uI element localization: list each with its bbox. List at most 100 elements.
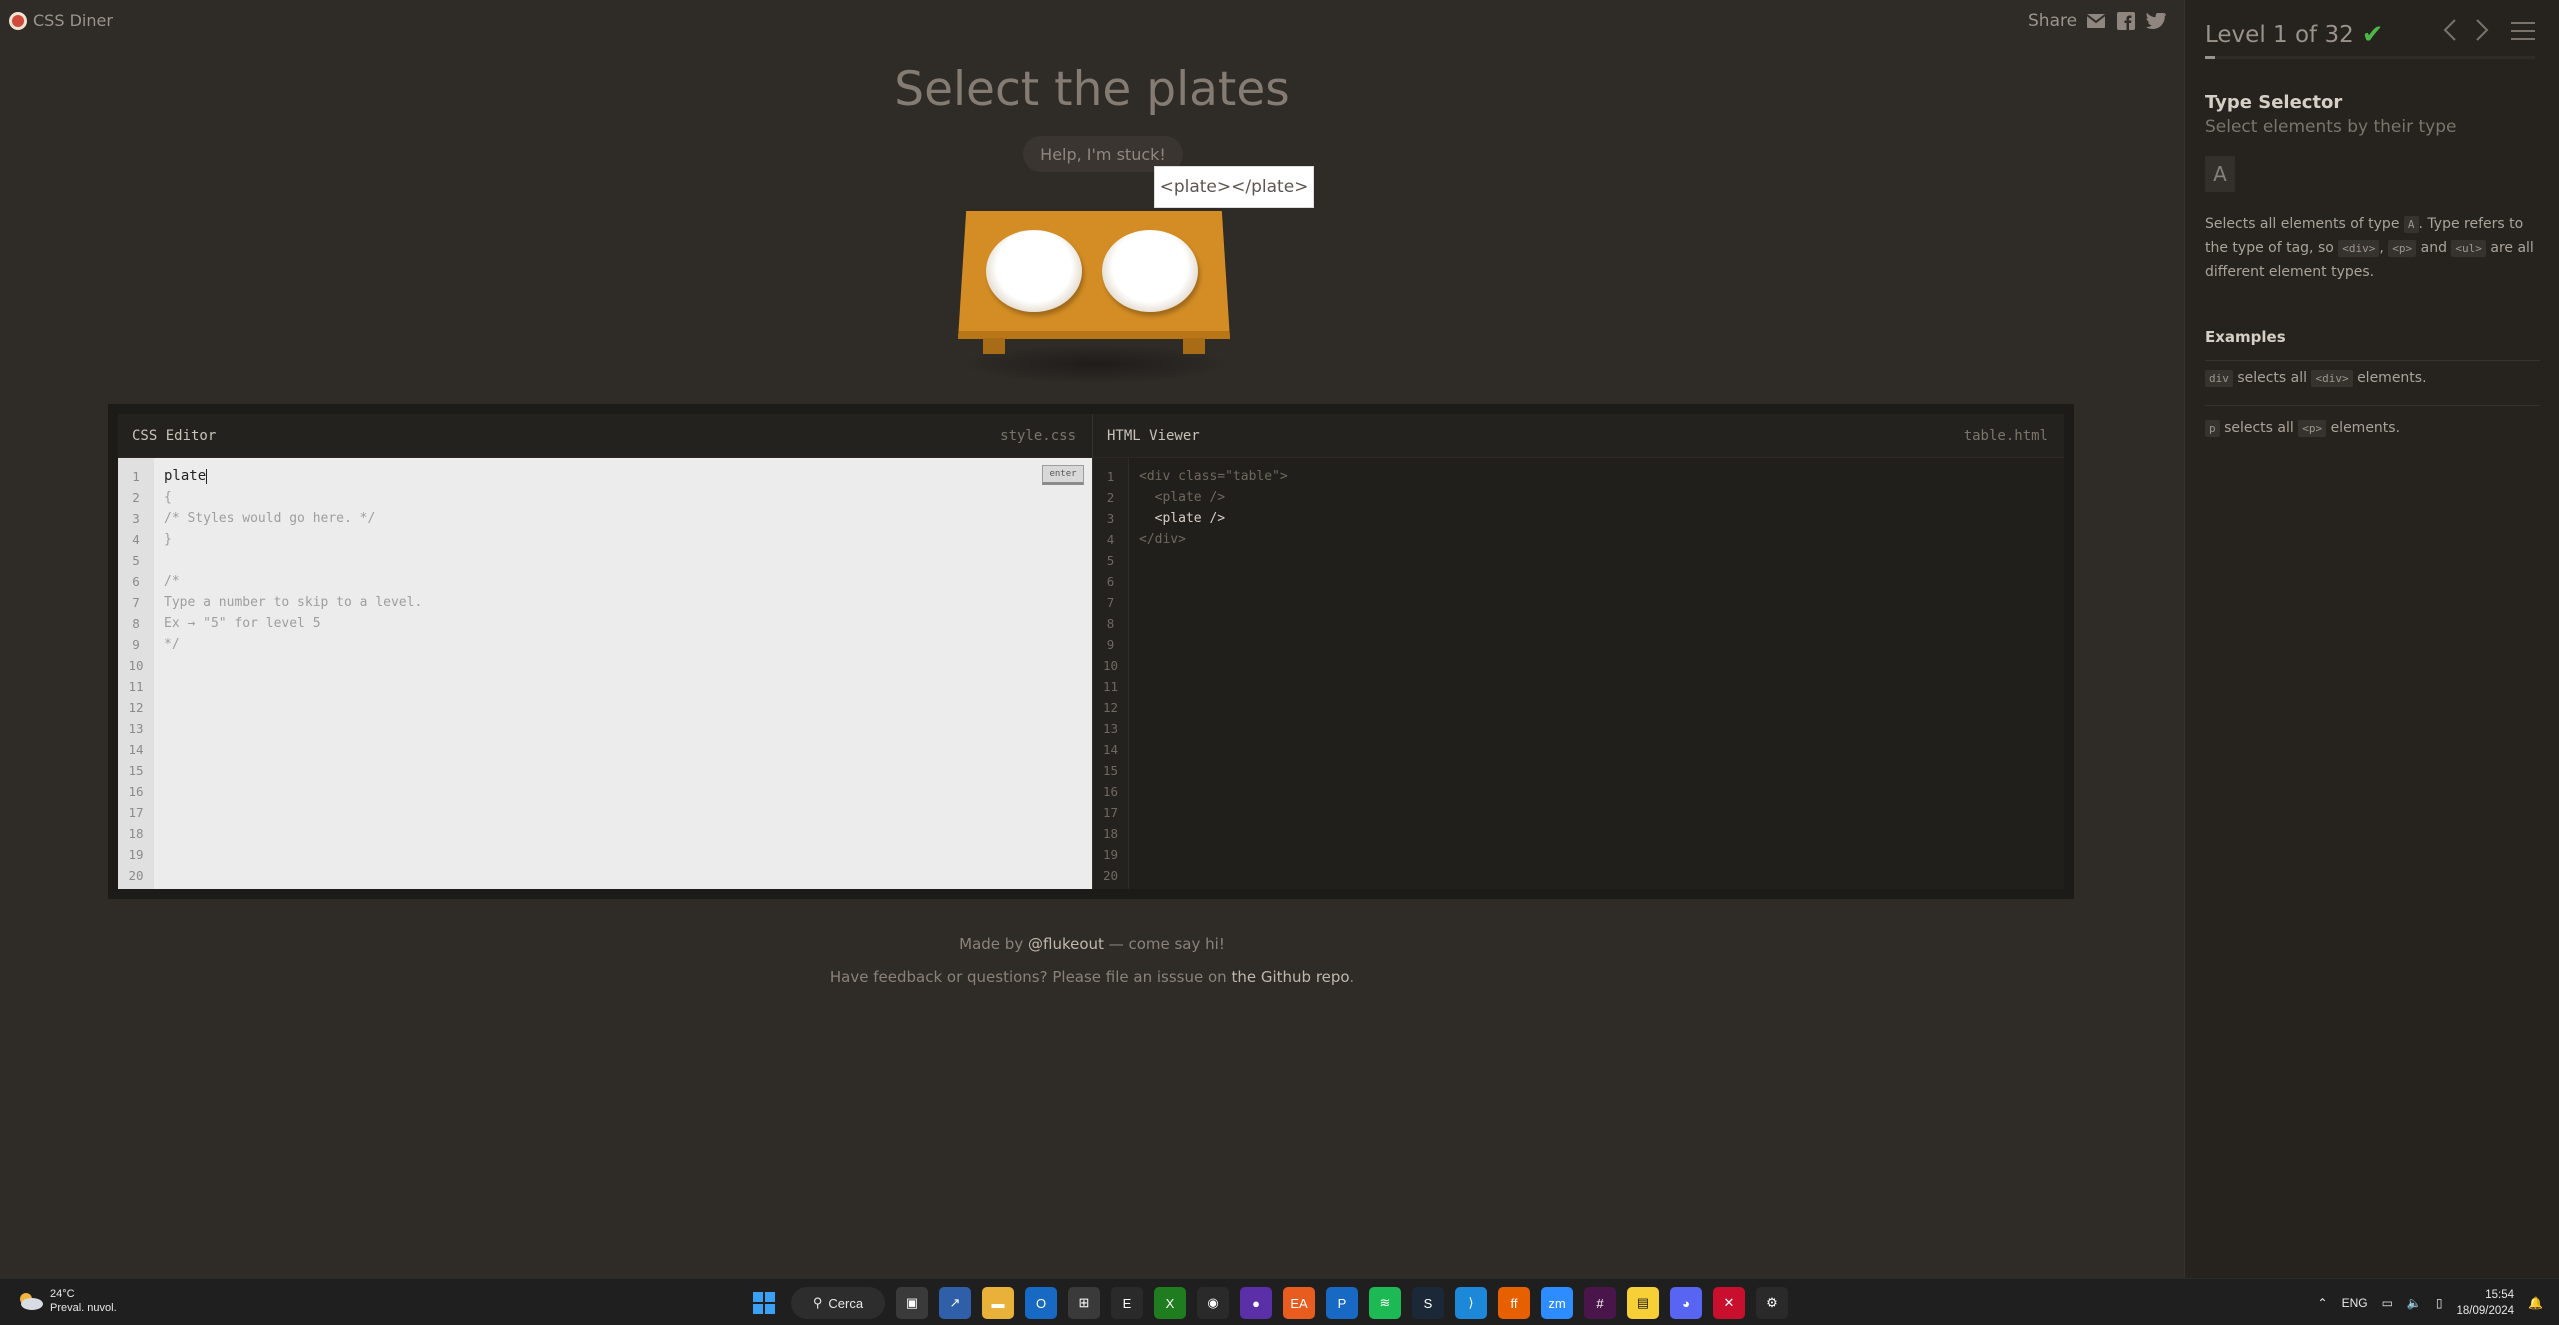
firefox-icon[interactable]: ff (1498, 1287, 1530, 1319)
element-tooltip: <plate></plate> (1154, 166, 1314, 208)
network-icon[interactable]: ▭ (2382, 1296, 2393, 1310)
footer-credit-prefix: Made by (959, 935, 1024, 953)
examples-divider (2205, 405, 2540, 406)
html-code-line (1139, 865, 2064, 886)
volume-icon[interactable]: 🔈 (2407, 1296, 2422, 1310)
app-logo[interactable]: CSS Diner (9, 11, 113, 30)
html-code-line (1139, 739, 2064, 760)
html-code-line (1139, 613, 2064, 634)
playstation-icon[interactable]: P (1326, 1287, 1358, 1319)
weather-desc: Preval. nuvol. (50, 1302, 117, 1314)
css-code-area[interactable]: plate enter { /* Styles would go here. */… (154, 458, 1092, 889)
battery-icon[interactable]: ▯ (2436, 1296, 2443, 1310)
html-code-line[interactable]: <plate /> (1139, 508, 2064, 529)
system-tray: ⌃ ENG ▭ 🔈 ▯ 15:54 18/09/2024 🔔 (2318, 1287, 2544, 1319)
facebook-icon[interactable] (2115, 10, 2137, 32)
text-caret (206, 468, 208, 484)
html-viewer-filename: table.html (1963, 427, 2048, 444)
line-number: 2 (1106, 490, 1115, 505)
line-number: 8 (1106, 616, 1115, 631)
store-icon[interactable]: ⊞ (1068, 1287, 1100, 1319)
obs-icon[interactable]: ◉ (1197, 1287, 1229, 1319)
html-code-area[interactable]: <div class="table"> <plate /> <plate /> <… (1128, 458, 2064, 889)
line-number: 9 (132, 637, 140, 652)
line-number: 20 (128, 868, 144, 883)
css-editor-filename: style.css (1000, 427, 1076, 444)
css-code-line: { (164, 490, 172, 505)
twitter-icon[interactable] (2145, 10, 2167, 32)
slack-icon[interactable]: # (1584, 1287, 1616, 1319)
steam-icon[interactable]: S (1412, 1287, 1444, 1319)
xbox-icon[interactable]: X (1154, 1287, 1186, 1319)
outlook-icon[interactable]: O (1025, 1287, 1057, 1319)
task-view-icon[interactable]: ▣ (896, 1287, 928, 1319)
desc-and: and (2420, 240, 2447, 256)
line-number: 7 (132, 595, 140, 610)
css-code-line: Type a number to skip to a level. (164, 595, 423, 610)
author-link[interactable]: @flukeout (1028, 935, 1104, 953)
notifications-icon[interactable]: 🔔 (2528, 1296, 2543, 1310)
file-explorer-icon[interactable]: ▬ (982, 1287, 1014, 1319)
line-number: 15 (1102, 763, 1119, 778)
css-code-line (164, 823, 1092, 844)
examples-divider (2205, 360, 2540, 361)
discord-icon[interactable]: ◕ (1670, 1287, 1702, 1319)
mail-icon[interactable] (2085, 10, 2107, 32)
enter-button[interactable]: enter (1042, 465, 1084, 485)
line-number: 8 (132, 616, 140, 631)
sticky-notes-icon[interactable]: ▤ (1627, 1287, 1659, 1319)
weather-widget[interactable]: 24°C Preval. nuvol. (16, 1287, 117, 1315)
footer-feedback: Have feedback or questions? Please file … (0, 968, 2184, 986)
css-code-line: /* Styles would go here. */ (164, 511, 376, 526)
pdf-reader-icon[interactable]: ✕ (1713, 1287, 1745, 1319)
example-tag: <div> (2311, 370, 2353, 387)
epic-games-icon[interactable]: E (1111, 1287, 1143, 1319)
settings-gear-icon[interactable]: ⚙ (1756, 1287, 1788, 1319)
windows-start-icon[interactable] (748, 1287, 780, 1319)
taskbar-search[interactable]: ⚲ Cerca (791, 1287, 885, 1319)
html-code-line (1139, 823, 2064, 844)
line-number: 10 (1102, 658, 1119, 673)
zoom-icon[interactable]: zm (1541, 1287, 1573, 1319)
app-name: CSS Diner (33, 11, 113, 30)
line-number: 14 (1102, 742, 1119, 757)
line-number: 6 (132, 574, 140, 589)
previous-level-icon[interactable] (2443, 18, 2457, 49)
line-number: 3 (1106, 511, 1115, 526)
spotify-icon[interactable]: ≋ (1369, 1287, 1401, 1319)
ea-icon[interactable]: EA (1283, 1287, 1315, 1319)
level-progress-bar (2205, 56, 2535, 59)
chevron-up-icon[interactable]: ⌃ (2318, 1296, 2328, 1310)
html-code-line (1139, 550, 2064, 571)
search-label: Cerca (828, 1295, 864, 1311)
line-number: 12 (1102, 700, 1119, 715)
line-number: 19 (128, 847, 144, 862)
desc-tag-ul: <ul> (2451, 240, 2486, 257)
next-level-icon[interactable] (2475, 18, 2489, 49)
html-code-line (1139, 592, 2064, 613)
css-selector-input[interactable]: plate (164, 466, 1092, 487)
css-code-line (164, 844, 1092, 865)
line-number: 9 (1106, 637, 1115, 652)
html-code-line (1139, 760, 2064, 781)
vscode-icon[interactable]: ⟩ (1455, 1287, 1487, 1319)
menu-icon[interactable] (2511, 22, 2535, 46)
line-number: 3 (132, 511, 140, 526)
language-indicator[interactable]: ENG (2342, 1296, 2368, 1310)
github-repo-link[interactable]: the Github repo (1231, 968, 1349, 986)
level-instruction: Select the plates (894, 62, 1290, 117)
plate-1[interactable] (986, 230, 1082, 312)
html-viewer-title: HTML Viewer (1107, 427, 1200, 444)
css-code-line (164, 676, 1092, 697)
plate-2[interactable] (1102, 230, 1198, 312)
css-code-line (164, 718, 1092, 739)
html-code-line[interactable]: <plate /> (1139, 487, 2064, 508)
html-code-line (1139, 634, 2064, 655)
clock[interactable]: 15:54 18/09/2024 (2456, 1287, 2514, 1319)
desc-comma: , (2379, 240, 2384, 256)
table-leg-left (983, 338, 1005, 354)
remote-desktop-icon[interactable]: ↗ (939, 1287, 971, 1319)
app-circle-icon[interactable]: ● (1240, 1287, 1272, 1319)
line-number: 11 (128, 679, 144, 694)
html-code-line (1139, 655, 2064, 676)
